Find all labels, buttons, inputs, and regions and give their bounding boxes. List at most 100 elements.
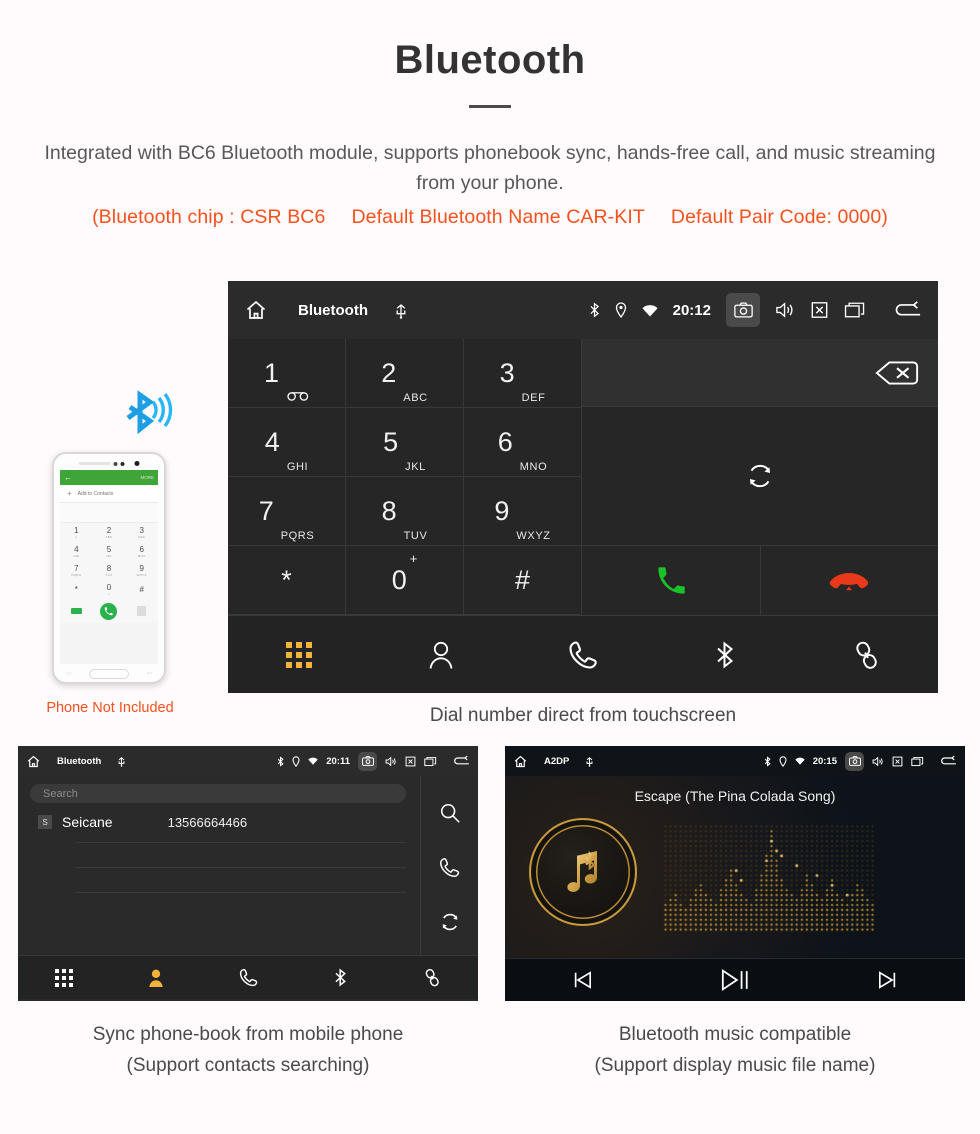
home-icon[interactable]	[513, 754, 528, 769]
sync-button[interactable]	[582, 407, 938, 546]
tab-pair[interactable]	[796, 639, 938, 671]
next-track-button[interactable]	[812, 970, 965, 990]
music-clock: 20:15	[812, 755, 837, 767]
camera-icon[interactable]	[726, 293, 760, 327]
previous-track-button[interactable]	[505, 970, 658, 990]
phone-key-9: 9 WXYZ	[125, 561, 158, 580]
key-5[interactable]: 5 JKL	[346, 408, 464, 477]
play-pause-icon	[720, 968, 750, 992]
key-digit: 9	[494, 495, 510, 526]
key-3[interactable]: 3 DEF	[464, 339, 582, 408]
bluetooth-signal-icon	[120, 388, 176, 440]
equalizer-visualizer	[663, 824, 875, 932]
handset-icon[interactable]	[439, 857, 460, 878]
phone-not-included-label: Phone Not Included	[46, 700, 174, 716]
dialer-screen: Bluetooth 20:12 1 2 ABC 3 DEF 4 GHI 5 JK…	[228, 281, 938, 693]
search-input[interactable]: Search	[30, 784, 406, 803]
key-9[interactable]: 9 WXYZ	[464, 477, 582, 546]
link-icon	[852, 639, 882, 671]
music-stage: Escape (The Pina Colada Song)	[505, 776, 965, 958]
contacts-status-bar: Bluetooth 20:11	[18, 746, 478, 776]
key-7[interactable]: 7 PQRS	[228, 477, 346, 546]
contacts-caption-line1: Sync phone-book from mobile phone	[92, 1024, 404, 1045]
tab-pair[interactable]	[386, 967, 478, 988]
key-digit: 3	[499, 357, 515, 388]
call-button[interactable]	[582, 546, 761, 615]
tab-dialpad[interactable]	[18, 968, 110, 987]
mute-box-icon[interactable]	[892, 756, 903, 767]
call-actions	[582, 546, 938, 615]
mute-box-icon[interactable]	[810, 301, 829, 319]
phone-call-button	[100, 602, 118, 620]
tab-contacts[interactable]	[370, 640, 512, 670]
play-pause-button[interactable]	[658, 968, 811, 992]
key-digit: 5	[383, 426, 399, 457]
contact-initial-badge: S	[38, 815, 52, 829]
keyboard-icon	[137, 606, 147, 616]
back-icon[interactable]	[892, 300, 922, 320]
page-description: Integrated with BC6 Bluetooth module, su…	[44, 142, 936, 194]
contacts-screen: Bluetooth 20:11 Search S Seicane 1356666…	[18, 746, 478, 1001]
phone-shell: ← MORE + Add to Contacts 1 ∞ 2 ABC 3 DEF 4 GHI 5…	[52, 452, 166, 684]
table-row[interactable]: S Seicane 13566664466	[30, 809, 406, 835]
wifi-icon	[642, 304, 658, 317]
backspace-icon[interactable]	[874, 359, 920, 387]
location-icon	[779, 755, 787, 767]
usb-icon	[585, 755, 594, 767]
key-letters: MNO	[519, 461, 548, 473]
tab-contacts[interactable]	[110, 968, 202, 988]
back-icon[interactable]	[452, 755, 470, 767]
phone-key-digit: 3	[139, 525, 144, 535]
key-4[interactable]: 4 GHI	[228, 408, 346, 477]
phone-key-letters: JKL	[105, 553, 113, 558]
home-icon[interactable]	[244, 298, 268, 322]
volume-icon[interactable]	[385, 756, 397, 767]
music-caption-line1: Bluetooth music compatible	[618, 1024, 852, 1045]
phone-mockup: ← MORE + Add to Contacts 1 ∞ 2 ABC 3 DEF 4 GHI 5…	[52, 452, 166, 684]
key-star[interactable]: *	[228, 546, 346, 615]
recents-icon[interactable]	[911, 756, 924, 767]
hangup-button[interactable]	[761, 546, 939, 615]
phone-app-bar: ← MORE	[60, 470, 158, 485]
phone-key-letters: GHI	[73, 553, 80, 558]
sim-icon	[70, 608, 82, 614]
tab-call-log[interactable]	[512, 640, 654, 670]
tab-call-log[interactable]	[202, 968, 294, 987]
usb-icon	[394, 301, 408, 319]
sync-icon[interactable]	[439, 911, 461, 933]
key-2[interactable]: 2 ABC	[346, 339, 464, 408]
next-track-icon	[877, 970, 899, 990]
volume-icon[interactable]	[775, 301, 795, 319]
key-hash[interactable]: #	[464, 546, 582, 615]
location-icon	[292, 755, 300, 767]
phone-key-star: *	[60, 580, 93, 599]
search-icon[interactable]	[439, 802, 461, 824]
contacts-list: Search S Seicane 13566664466	[18, 776, 420, 955]
phone-key-digit: *	[74, 584, 78, 594]
phone-key-0: 0 +	[93, 580, 126, 599]
phone-key-digit: 1	[74, 525, 79, 535]
home-icon[interactable]	[26, 754, 41, 769]
phone-action-row	[60, 599, 158, 623]
key-0[interactable]: 0 +	[346, 546, 464, 615]
key-6[interactable]: 6 MNO	[464, 408, 582, 477]
key-8[interactable]: 8 TUV	[346, 477, 464, 546]
volume-icon[interactable]	[872, 756, 884, 767]
number-display[interactable]	[582, 339, 938, 407]
camera-icon[interactable]	[358, 751, 377, 771]
recents-icon[interactable]	[844, 301, 866, 319]
music-screen: A2DP 20:15 Escape (The Pina Colada Song)	[505, 746, 965, 1001]
tab-bluetooth[interactable]	[294, 967, 386, 988]
voicemail-icon	[287, 391, 309, 407]
dialer-caption: Dial number direct from touchscreen	[429, 705, 737, 726]
recents-icon[interactable]	[424, 756, 437, 767]
phone-home-button	[89, 669, 129, 679]
tab-dialpad[interactable]	[228, 641, 370, 668]
handset-icon	[568, 640, 598, 670]
key-1[interactable]: 1	[228, 339, 346, 408]
phone-key-1: 1 ∞	[60, 523, 93, 542]
mute-box-icon[interactable]	[405, 756, 416, 767]
back-icon[interactable]	[939, 755, 957, 767]
tab-bluetooth[interactable]	[654, 639, 796, 671]
camera-icon[interactable]	[845, 751, 864, 771]
